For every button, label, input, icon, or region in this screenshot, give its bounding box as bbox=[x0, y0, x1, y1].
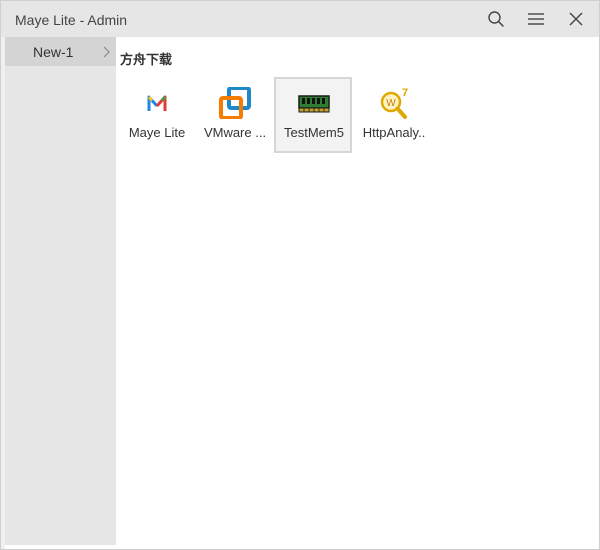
window-title: Maye Lite - Admin bbox=[15, 12, 128, 28]
main-content: 方舟下载 Maye Lite VMware ... TestMem5 W 7 H… bbox=[116, 37, 598, 547]
chevron-right-icon bbox=[103, 46, 110, 58]
sidebar-item-new-1[interactable]: New-1 bbox=[5, 37, 116, 66]
app-label: Maye Lite bbox=[128, 125, 186, 140]
search-button[interactable] bbox=[479, 5, 513, 33]
sidebar-item-label: New-1 bbox=[33, 44, 74, 60]
menu-button[interactable] bbox=[519, 5, 553, 33]
svg-text:W: W bbox=[386, 98, 396, 109]
section-title: 方舟下载 bbox=[120, 52, 173, 67]
app-label: VMware ... bbox=[203, 125, 267, 140]
app-tile-testmem5[interactable]: TestMem5 bbox=[274, 77, 352, 153]
hamburger-menu-icon bbox=[528, 13, 544, 25]
app-tile-vmware[interactable]: VMware ... bbox=[195, 77, 273, 153]
maye-lite-icon bbox=[147, 95, 167, 111]
app-label: TestMem5 bbox=[284, 125, 344, 140]
sidebar: New-1 bbox=[5, 37, 116, 545]
vmware-icon bbox=[219, 87, 251, 119]
close-icon bbox=[569, 12, 583, 26]
app-tile-httpanalyzer[interactable]: W 7 HttpAnaly.. bbox=[354, 77, 432, 153]
app-window: Maye Lite - Admin New-1 方舟下载 Maye Lite V… bbox=[0, 0, 600, 550]
http-analyzer-icon: W 7 bbox=[380, 87, 408, 119]
memory-module-icon bbox=[298, 95, 330, 113]
title-bar[interactable]: Maye Lite - Admin bbox=[1, 1, 599, 37]
search-icon bbox=[488, 11, 504, 27]
close-button[interactable] bbox=[559, 5, 593, 33]
svg-text:7: 7 bbox=[402, 87, 408, 99]
app-label: HttpAnaly.. bbox=[362, 125, 426, 140]
app-tile-maye-lite[interactable]: Maye Lite bbox=[117, 77, 195, 153]
